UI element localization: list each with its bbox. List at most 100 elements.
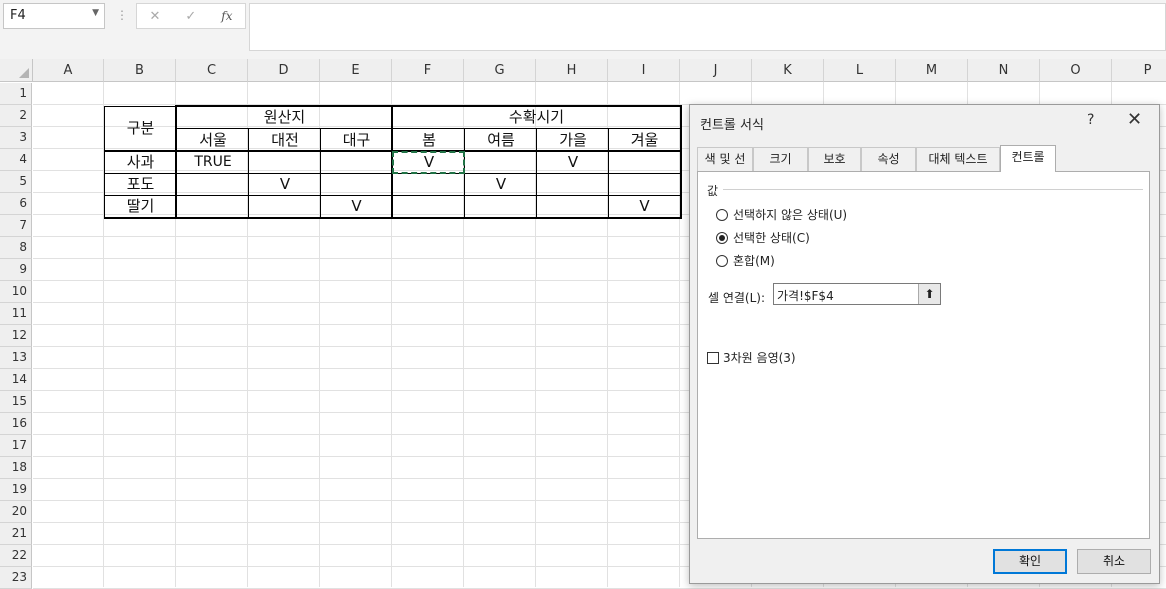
cancel-button[interactable]: 취소 [1077,549,1151,574]
select-all-corner[interactable] [0,59,33,82]
formula-input[interactable] [249,3,1166,51]
row-header-19[interactable]: 19 [0,479,32,501]
radio-mixed[interactable]: 혼합(M) [716,252,775,269]
row-header-5[interactable]: 5 [0,171,32,193]
tab-alt-text[interactable]: 대체 텍스트 [916,147,1000,171]
cell-h4[interactable]: V [537,151,609,173]
row-header-15[interactable]: 15 [0,391,32,413]
cell-f3[interactable]: 봄 [393,129,465,151]
column-header-i[interactable]: I [608,59,680,82]
row-header-12[interactable]: 12 [0,325,32,347]
group-divider [723,189,1143,190]
cell-origin-group[interactable]: 원산지 [177,106,392,128]
shading-checkbox[interactable]: 3차원 음영(3) [707,349,796,366]
column-header-a[interactable]: A [33,59,104,82]
row-header-21[interactable]: 21 [0,523,32,545]
column-header-n[interactable]: N [968,59,1040,82]
row-header-9[interactable]: 9 [0,259,32,281]
column-header-l[interactable]: L [824,59,896,82]
row-header-8[interactable]: 8 [0,237,32,259]
column-header-m[interactable]: M [896,59,968,82]
row-header-11[interactable]: 11 [0,303,32,325]
radio-icon [716,208,728,221]
chevron-down-icon[interactable]: ▼ [92,8,99,18]
column-header-h[interactable]: H [536,59,608,82]
format-control-dialog: 컨트롤 서식 ? ✕ 색 및 선 크기 보호 속성 대체 텍스트 컨트롤 값 선… [689,104,1160,584]
cell-c3[interactable]: 서울 [177,129,249,151]
name-box[interactable]: F4 ▼ [3,3,105,29]
cell-b6[interactable]: 딸기 [105,195,176,217]
column-header-p[interactable]: P [1112,59,1166,82]
column-header-f[interactable]: F [392,59,464,82]
row-header-7[interactable]: 7 [0,215,32,237]
column-header-j[interactable]: J [680,59,752,82]
row-header-3[interactable]: 3 [0,127,32,149]
cell-c4[interactable]: TRUE [177,151,249,173]
cell-b2-header[interactable]: 구분 [105,116,176,140]
column-header-o[interactable]: O [1040,59,1112,82]
radio-icon [716,254,728,267]
help-button[interactable]: ? [1087,112,1094,128]
checkbox-icon [707,351,719,364]
row-header-2[interactable]: 2 [0,105,32,127]
column-header-c[interactable]: C [176,59,248,82]
value-group-label: 값 [707,184,719,198]
name-box-value: F4 [10,8,26,23]
cell-d3[interactable]: 대전 [249,129,321,151]
cell-d5[interactable]: V [249,173,321,195]
row-header-14[interactable]: 14 [0,369,32,391]
close-icon[interactable]: ✕ [1127,109,1142,130]
insert-function-icon[interactable]: fx [221,9,232,23]
cell-e3[interactable]: 대구 [321,129,392,151]
table-border [176,128,681,129]
cell-e6[interactable]: V [321,195,392,217]
radio-selected-icon [716,231,728,244]
ok-button[interactable]: 확인 [993,549,1067,574]
cell-h3[interactable]: 가을 [537,129,609,151]
row-header-22[interactable]: 22 [0,545,32,567]
column-header-k[interactable]: K [752,59,824,82]
cell-b4[interactable]: 사과 [105,151,176,173]
row-header-4[interactable]: 4 [0,149,32,171]
formula-buttons: ✕ ✓ fx [136,3,246,29]
row-header-6[interactable]: 6 [0,193,32,215]
tab-control[interactable]: 컨트롤 [1000,145,1056,172]
more-icon: ⋮ [116,8,128,22]
radio-checked[interactable]: 선택한 상태(C) [716,229,810,246]
tab-colors-lines[interactable]: 색 및 선 [697,147,753,171]
radio-unchecked[interactable]: 선택하지 않은 상태(U) [716,206,847,223]
active-cell-selection [392,151,465,174]
cell-i3[interactable]: 겨울 [609,129,680,151]
radio-checked-label: 선택한 상태(C) [733,231,810,245]
row-header-17[interactable]: 17 [0,435,32,457]
cell-link-label: 셀 연결(L): [708,291,766,305]
cell-link-input[interactable]: 가격!$F$4 [773,283,941,305]
row-header-20[interactable]: 20 [0,501,32,523]
cell-b5[interactable]: 포도 [105,173,176,195]
row-header-23[interactable]: 23 [0,567,32,589]
formula-bar: F4 ▼ ⋮ ✕ ✓ fx [0,0,1166,59]
table-border [104,106,105,218]
column-header-e[interactable]: E [320,59,392,82]
tab-properties[interactable]: 속성 [861,147,916,171]
column-header-b[interactable]: B [104,59,176,82]
cell-i6[interactable]: V [609,195,680,217]
cell-harvest-group[interactable]: 수확시기 [393,106,680,128]
tab-protection[interactable]: 보호 [808,147,861,171]
cell-g5[interactable]: V [465,173,537,195]
cell-link-value: 가격!$F$4 [777,289,834,303]
column-header-g[interactable]: G [464,59,536,82]
radio-mixed-label: 혼합(M) [733,254,775,268]
collapse-dialog-icon[interactable]: ⬆ [918,284,940,304]
table-border [320,128,321,218]
tab-size[interactable]: 크기 [753,147,808,171]
column-header-d[interactable]: D [248,59,320,82]
row-header-10[interactable]: 10 [0,281,32,303]
cell-g3[interactable]: 여름 [465,129,537,151]
cancel-icon[interactable]: ✕ [149,9,160,24]
row-header-18[interactable]: 18 [0,457,32,479]
row-header-1[interactable]: 1 [0,83,32,105]
enter-icon[interactable]: ✓ [185,9,196,24]
row-header-16[interactable]: 16 [0,413,32,435]
row-header-13[interactable]: 13 [0,347,32,369]
